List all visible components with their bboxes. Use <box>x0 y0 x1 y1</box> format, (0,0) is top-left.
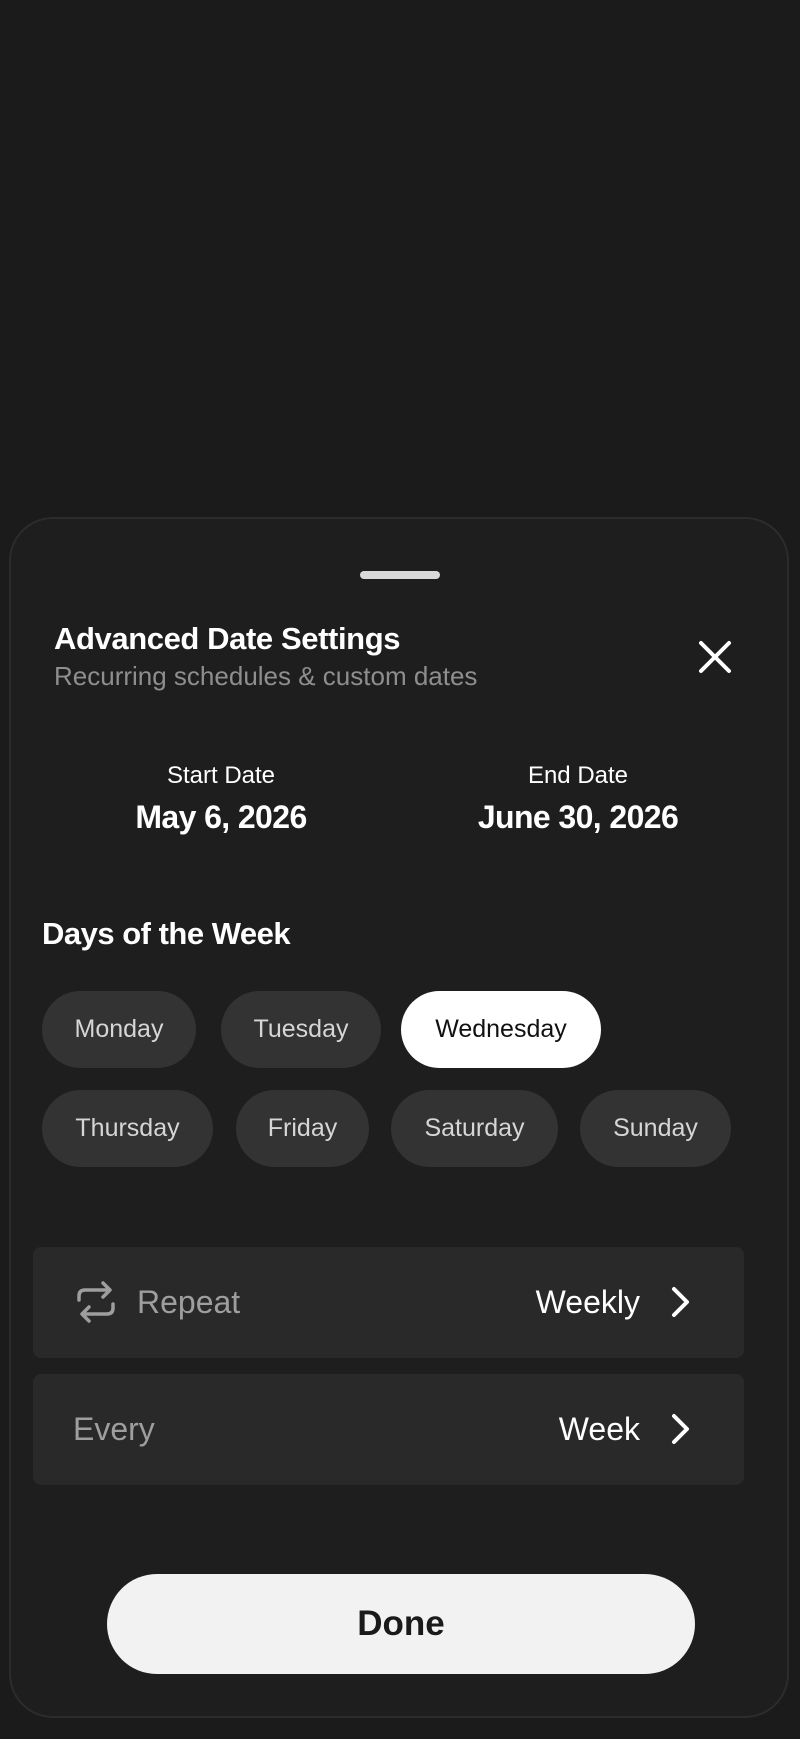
chevron-right-icon <box>672 1287 689 1317</box>
day-chip-tuesday[interactable]: Tuesday <box>221 991 381 1068</box>
every-label: Every <box>73 1411 155 1447</box>
repeat-value: Weekly <box>535 1284 640 1320</box>
end-date-value: June 30, 2026 <box>477 799 679 835</box>
end-date[interactable]: End Date June 30, 2026 <box>408 762 748 836</box>
day-chip-sunday[interactable]: Sunday <box>580 1090 731 1167</box>
every-row[interactable]: Every Week <box>33 1374 744 1485</box>
days-of-week-title: Days of the Week <box>42 916 291 951</box>
chevron-right-icon <box>672 1414 689 1444</box>
day-chip-wednesday[interactable]: Wednesday <box>401 991 601 1068</box>
repeat-label: Repeat <box>137 1284 241 1320</box>
start-date-value: May 6, 2026 <box>135 799 307 835</box>
day-chip-monday[interactable]: Monday <box>42 991 196 1068</box>
close-icon <box>699 641 731 673</box>
sheet-subtitle: Recurring schedules & custom dates <box>54 661 478 691</box>
sheet-drag-handle[interactable] <box>360 571 440 579</box>
advanced-date-settings-sheet: Advanced Date Settings Recurring schedul… <box>9 517 789 1718</box>
sheet-title: Advanced Date Settings <box>54 621 401 656</box>
done-button[interactable]: Done <box>107 1574 695 1674</box>
day-chip-saturday[interactable]: Saturday <box>391 1090 558 1167</box>
every-value: Week <box>558 1411 640 1447</box>
day-chip-thursday[interactable]: Thursday <box>42 1090 213 1167</box>
start-date-label: Start Date <box>166 762 276 789</box>
repeat-row[interactable]: Repeat Weekly <box>33 1247 744 1358</box>
repeat-icon <box>77 1281 115 1323</box>
start-date[interactable]: Start Date May 6, 2026 <box>51 762 391 836</box>
day-chip-friday[interactable]: Friday <box>236 1090 369 1167</box>
end-date-label: End Date <box>527 762 629 789</box>
close-button[interactable] <box>695 637 735 677</box>
